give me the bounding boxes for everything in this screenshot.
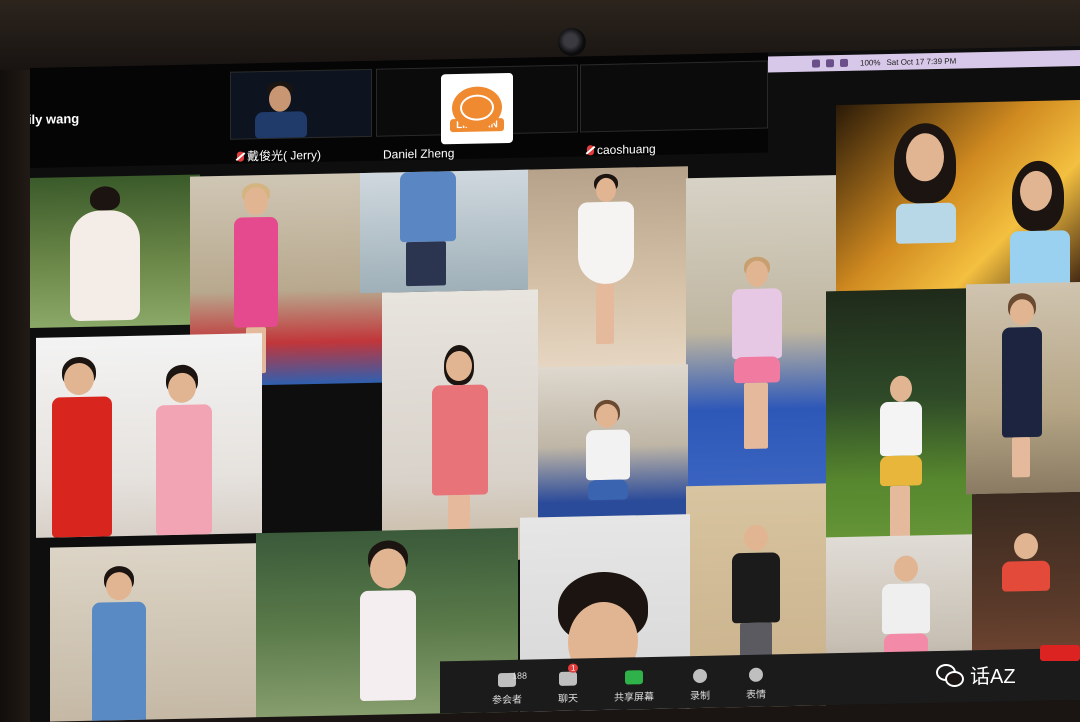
- participant-name: 戴俊光( Jerry): [247, 147, 321, 164]
- video-tile: [826, 288, 976, 562]
- participants-button[interactable]: 188 参会者: [492, 671, 527, 707]
- participant-label: 戴俊光( Jerry): [237, 146, 321, 165]
- chat-button[interactable]: 1 聊天: [558, 663, 579, 705]
- participant-name: caoshuang: [597, 141, 656, 158]
- watermark-text: 话AZ: [970, 666, 1016, 688]
- share-screen-icon: [625, 670, 643, 685]
- participant-thumbnail-jerry[interactable]: 戴俊光( Jerry): [230, 68, 372, 163]
- end-meeting-tag[interactable]: [1040, 645, 1080, 661]
- zoom-gallery-screen: Lily wang 戴俊光( Jerry) LIFEFAN Daniel Zhe…: [30, 46, 1080, 722]
- video-tile: [36, 333, 262, 538]
- participant-name: Daniel Zheng: [383, 146, 455, 162]
- participant-label: caoshuang: [587, 142, 656, 157]
- laptop-bezel-left: [0, 70, 34, 722]
- video-tile: [966, 282, 1080, 495]
- participant-label: Daniel Zheng: [383, 146, 454, 161]
- watermark: 话AZ: [936, 660, 1016, 689]
- video-tile: [538, 364, 688, 528]
- chat-badge: 1: [568, 663, 579, 673]
- reactions-icon: [749, 667, 763, 682]
- participant-thumbnail-caoshuang[interactable]: caoshuang: [580, 60, 768, 157]
- participant-video: [251, 81, 321, 139]
- record-label: 录制: [690, 690, 710, 703]
- participant-thumbnail-daniel[interactable]: LIFEFAN Daniel Zheng: [376, 64, 578, 162]
- chat-label: 聊天: [558, 693, 578, 705]
- video-tile: [528, 166, 688, 370]
- record-button[interactable]: 录制: [690, 668, 710, 703]
- reactions-label: 表情: [746, 689, 766, 702]
- mac-menubar: 100% Sat Oct 17 7:39 PM: [768, 50, 1080, 73]
- participants-label: 参会者: [492, 694, 522, 707]
- webcam-icon: [558, 28, 586, 56]
- menubar-icon: [840, 58, 848, 68]
- share-screen-button[interactable]: 共享屏幕: [614, 670, 654, 704]
- clock: Sat Oct 17 7:39 PM: [886, 56, 957, 67]
- menubar-icon: [812, 59, 820, 68]
- video-tile: [382, 289, 538, 563]
- video-tile: [360, 169, 530, 294]
- chat-icon: [559, 671, 577, 686]
- battery-status: 100%: [860, 57, 881, 68]
- video-tile: [686, 175, 836, 489]
- reactions-button[interactable]: 表情: [746, 667, 766, 702]
- share-screen-label: 共享屏幕: [614, 691, 654, 704]
- video-tile: [50, 543, 256, 722]
- mic-muted-icon: [587, 145, 594, 156]
- participant-count: 188: [512, 670, 528, 681]
- wechat-icon: [936, 663, 964, 687]
- active-speaker-name: Lily wang: [30, 110, 80, 128]
- lifefan-logo: LIFEFAN: [441, 72, 513, 145]
- mic-muted-icon: [237, 151, 244, 162]
- menubar-icon: [826, 59, 834, 68]
- sun-logo-icon: [452, 85, 502, 129]
- video-tile: [30, 174, 200, 329]
- video-tile: [836, 100, 1080, 296]
- record-icon: [693, 668, 707, 684]
- top-thumbnail-strip: Lily wang 戴俊光( Jerry) LIFEFAN Daniel Zhe…: [30, 52, 768, 168]
